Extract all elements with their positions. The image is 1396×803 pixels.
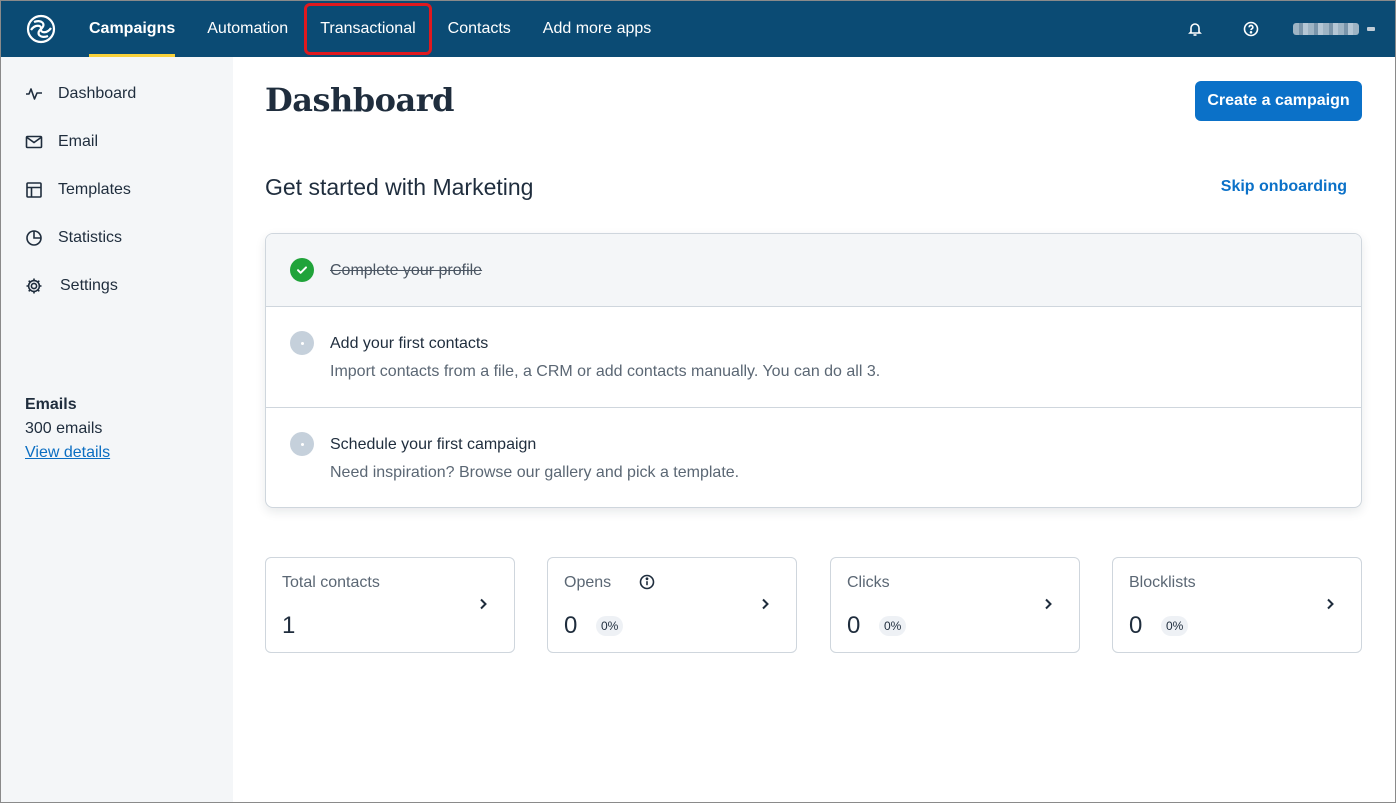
nav-transactional-label: Transactional bbox=[320, 20, 416, 37]
chevron-right-icon bbox=[758, 596, 772, 612]
sidebar-item-settings[interactable]: Settings bbox=[1, 262, 233, 310]
step-description: Need inspiration? Browse our gallery and… bbox=[330, 464, 740, 481]
step-complete-profile[interactable]: Complete your profile bbox=[266, 234, 1361, 307]
page-title: Dashboard bbox=[265, 81, 454, 119]
bell-icon[interactable] bbox=[1167, 1, 1223, 57]
quota-title: Emails bbox=[25, 396, 77, 413]
stat-value: 1 bbox=[282, 612, 296, 639]
email-quota: Emails 300 emails View details bbox=[25, 393, 110, 465]
pie-chart-icon bbox=[25, 229, 43, 247]
nav-transactional[interactable]: Transactional bbox=[304, 1, 433, 57]
step-add-contacts[interactable]: Add your first contacts Import contacts … bbox=[266, 307, 1361, 408]
help-circle-icon[interactable] bbox=[1223, 1, 1279, 57]
stat-value: 0 bbox=[564, 612, 578, 639]
stat-percent-badge: 0% bbox=[1161, 616, 1189, 636]
brevo-logo-icon[interactable] bbox=[25, 13, 57, 45]
stat-percent-badge: 0% bbox=[596, 616, 624, 636]
skip-onboarding-link[interactable]: Skip onboarding bbox=[1221, 178, 1347, 196]
nav-contacts[interactable]: Contacts bbox=[432, 1, 527, 57]
gear-icon bbox=[25, 277, 43, 295]
view-details-link[interactable]: View details bbox=[25, 444, 110, 461]
nav-add-more-apps[interactable]: Add more apps bbox=[527, 1, 668, 57]
nav-right-group bbox=[1167, 1, 1395, 57]
step-schedule-campaign[interactable]: Schedule your first campaign Need inspir… bbox=[266, 408, 1361, 507]
top-navigation: Campaigns Automation Transactional Conta… bbox=[1, 1, 1395, 57]
sidebar-item-label: Statistics bbox=[58, 229, 123, 246]
stat-card-blocklists[interactable]: Blocklists 0 0% bbox=[1112, 557, 1362, 653]
step-description: Import contacts from a file, a CRM or ad… bbox=[330, 363, 881, 380]
info-icon[interactable] bbox=[638, 573, 656, 591]
chevron-right-icon bbox=[1041, 596, 1055, 612]
check-circle-icon bbox=[290, 258, 314, 282]
sidebar-item-dashboard[interactable]: Dashboard bbox=[1, 70, 233, 118]
stat-label: Opens bbox=[564, 574, 612, 591]
sidebar-item-label: Templates bbox=[58, 181, 131, 198]
pending-circle-icon bbox=[290, 432, 314, 456]
layout-icon bbox=[25, 181, 43, 199]
stat-card-total-contacts[interactable]: Total contacts 1 bbox=[265, 557, 515, 653]
create-campaign-button[interactable]: Create a campaign bbox=[1195, 81, 1362, 121]
nav-automation[interactable]: Automation bbox=[191, 1, 304, 57]
step-title: Complete your profile bbox=[330, 262, 483, 279]
chevron-right-icon bbox=[476, 596, 490, 612]
account-name-redacted bbox=[1293, 23, 1359, 35]
nav-campaigns[interactable]: Campaigns bbox=[73, 1, 191, 57]
stat-percent-badge: 0% bbox=[879, 616, 907, 636]
sidebar-item-email[interactable]: Email bbox=[1, 118, 233, 166]
account-menu[interactable] bbox=[1293, 23, 1375, 35]
onboarding-checklist: Complete your profile Add your first con… bbox=[265, 233, 1362, 508]
chevron-down-icon bbox=[1367, 27, 1375, 31]
pending-circle-icon bbox=[290, 331, 314, 355]
sidebar-item-templates[interactable]: Templates bbox=[1, 166, 233, 214]
chevron-right-icon bbox=[1323, 596, 1337, 612]
mail-icon bbox=[25, 133, 43, 151]
stat-value: 0 bbox=[847, 612, 861, 639]
stat-label: Clicks bbox=[847, 574, 890, 591]
onboarding-title: Get started with Marketing bbox=[265, 174, 534, 200]
stat-card-opens[interactable]: Opens 0 0% bbox=[547, 557, 797, 653]
main-content: Dashboard Create a campaign Get started … bbox=[233, 57, 1395, 802]
sidebar-item-label: Email bbox=[58, 133, 99, 150]
quota-value: 300 emails bbox=[25, 420, 103, 437]
activity-icon bbox=[25, 85, 43, 103]
sidebar-item-statistics[interactable]: Statistics bbox=[1, 214, 233, 262]
stat-label: Blocklists bbox=[1129, 574, 1196, 591]
sidebar-item-label: Dashboard bbox=[58, 85, 137, 102]
step-title: Schedule your first campaign bbox=[330, 436, 537, 453]
stat-label: Total contacts bbox=[282, 574, 380, 591]
stat-value: 0 bbox=[1129, 612, 1143, 639]
sidebar: Dashboard Email Templates Statistics Set… bbox=[1, 57, 233, 802]
sidebar-item-label: Settings bbox=[60, 277, 118, 294]
step-title: Add your first contacts bbox=[330, 335, 489, 352]
stat-card-clicks[interactable]: Clicks 0 0% bbox=[830, 557, 1080, 653]
